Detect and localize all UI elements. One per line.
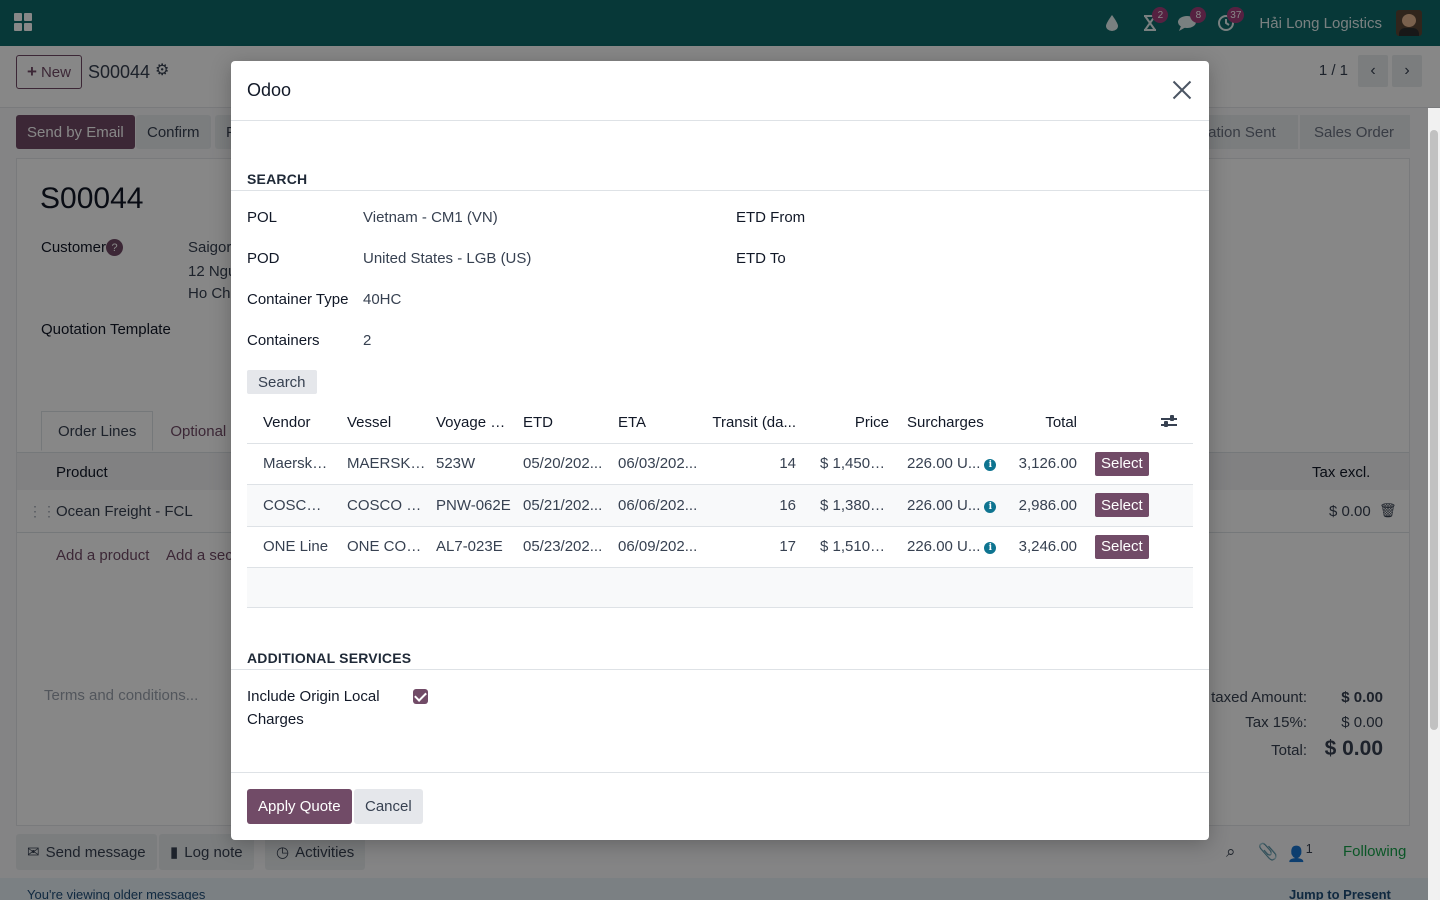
column-header-vessel[interactable]: Vessel bbox=[331, 402, 426, 444]
cell-total: 3,126.00 bbox=[995, 443, 1085, 485]
column-header-transit[interactable]: Transit (da... bbox=[704, 402, 804, 444]
info-icon[interactable]: i bbox=[984, 500, 997, 513]
dialog-footer: Apply Quote Cancel bbox=[231, 772, 1209, 840]
column-header-vendor[interactable]: Vendor bbox=[247, 402, 331, 444]
cell-etd: 05/20/202... bbox=[513, 443, 608, 485]
column-header-eta[interactable]: ETA bbox=[608, 402, 704, 444]
search-button[interactable]: Search bbox=[247, 370, 317, 394]
origin-charges-checkbox[interactable] bbox=[413, 689, 428, 704]
cell-transit: 16 bbox=[704, 484, 804, 527]
cell-total: 3,246.00 bbox=[995, 526, 1085, 568]
cell-action: Select bbox=[1085, 484, 1193, 527]
page-scrollbar[interactable] bbox=[1428, 108, 1440, 900]
cell-voyage: AL7-023E bbox=[426, 526, 513, 568]
column-header-etd[interactable]: ETD bbox=[513, 402, 608, 444]
cell-eta: 06/03/202... bbox=[608, 443, 704, 485]
cell-voyage: PNW-062E bbox=[426, 484, 513, 527]
table-row[interactable]: Maersk L... MAERSK S... 523W 05/20/202..… bbox=[247, 443, 1193, 485]
additional-services-title: ADDITIONAL SERVICES bbox=[247, 650, 412, 666]
column-header-total[interactable]: Total bbox=[995, 402, 1085, 444]
cell-action: Select bbox=[1085, 443, 1193, 485]
cell-transit: 17 bbox=[704, 526, 804, 568]
cell-vendor: COSCO S... bbox=[247, 484, 331, 527]
cell-vessel: ONE COM... bbox=[331, 526, 426, 568]
dialog-title: Odoo bbox=[247, 80, 292, 100]
cell-price: $ 1,380.00 bbox=[804, 484, 897, 527]
cell-eta: 06/06/202... bbox=[608, 484, 704, 527]
cell-total: 2,986.00 bbox=[995, 484, 1085, 527]
cell-vessel: MAERSK S... bbox=[331, 443, 426, 485]
search-section-title: SEARCH bbox=[247, 171, 308, 187]
pol-label: POL bbox=[247, 209, 278, 226]
select-button[interactable]: Select bbox=[1095, 534, 1149, 559]
cancel-button[interactable]: Cancel bbox=[354, 789, 423, 824]
rates-table: Vendor Vessel Voyage No. ETD ETA Transit… bbox=[247, 402, 1193, 568]
cell-transit: 14 bbox=[704, 443, 804, 485]
column-header-voyage[interactable]: Voyage No. bbox=[426, 402, 513, 444]
container-type-label: Container Type bbox=[247, 291, 349, 308]
select-button[interactable]: Select bbox=[1095, 493, 1149, 518]
pod-label: POD bbox=[247, 250, 280, 267]
scrollbar-thumb[interactable] bbox=[1430, 130, 1438, 730]
etd-to-label: ETD To bbox=[736, 250, 786, 267]
origin-charges-label: Include Origin Local bbox=[247, 688, 380, 705]
table-row[interactable]: COSCO S... COSCO SH... PNW-062E 05/21/20… bbox=[247, 484, 1193, 527]
etd-from-label: ETD From bbox=[736, 209, 806, 226]
table-empty-row bbox=[247, 568, 1193, 608]
table-row[interactable]: ONE Line ONE COM... AL7-023E 05/23/202..… bbox=[247, 526, 1193, 568]
cell-surcharges: 226.00 U... i bbox=[897, 484, 997, 527]
cell-action: Select bbox=[1085, 526, 1193, 568]
close-icon[interactable] bbox=[1169, 77, 1195, 103]
column-header-surcharges[interactable]: Surcharges bbox=[897, 402, 995, 444]
container-type-field[interactable]: 40HC bbox=[363, 291, 401, 308]
cell-vendor: ONE Line bbox=[247, 526, 331, 568]
apply-quote-button[interactable]: Apply Quote bbox=[247, 789, 352, 824]
cell-surcharges: 226.00 U... i bbox=[897, 526, 997, 568]
column-header-price[interactable]: Price bbox=[804, 402, 897, 444]
origin-charges-label-2: Charges bbox=[247, 711, 304, 728]
optional-columns-icon[interactable] bbox=[1161, 414, 1177, 430]
pol-field[interactable]: Vietnam - CM1 (VN) bbox=[363, 209, 498, 226]
etd-to-field[interactable] bbox=[851, 248, 1151, 270]
cell-vendor: Maersk L... bbox=[247, 443, 331, 485]
cell-price: $ 1,450.00 bbox=[804, 443, 897, 485]
cell-etd: 05/23/202... bbox=[513, 526, 608, 568]
cell-vessel: COSCO SH... bbox=[331, 484, 426, 527]
info-icon[interactable]: i bbox=[984, 542, 997, 555]
divider bbox=[231, 669, 1209, 670]
column-options[interactable] bbox=[1085, 402, 1193, 444]
containers-label: Containers bbox=[247, 332, 320, 349]
freight-quote-dialog: Odoo SEARCH POL Vietnam - CM1 (VN) POD U… bbox=[231, 61, 1209, 840]
etd-from-field[interactable] bbox=[851, 207, 1151, 229]
dialog-header: Odoo bbox=[231, 61, 1209, 121]
cell-etd: 05/21/202... bbox=[513, 484, 608, 527]
info-icon[interactable]: i bbox=[984, 459, 997, 472]
divider bbox=[231, 190, 1209, 191]
pod-field[interactable]: United States - LGB (US) bbox=[363, 250, 531, 267]
select-button[interactable]: Select bbox=[1095, 451, 1149, 476]
cell-price: $ 1,510.00 bbox=[804, 526, 897, 568]
cell-surcharges: 226.00 U... i bbox=[897, 443, 997, 485]
table-header-row: Vendor Vessel Voyage No. ETD ETA Transit… bbox=[247, 402, 1193, 444]
cell-eta: 06/09/202... bbox=[608, 526, 704, 568]
cell-voyage: 523W bbox=[426, 443, 513, 485]
containers-field[interactable]: 2 bbox=[363, 332, 371, 349]
